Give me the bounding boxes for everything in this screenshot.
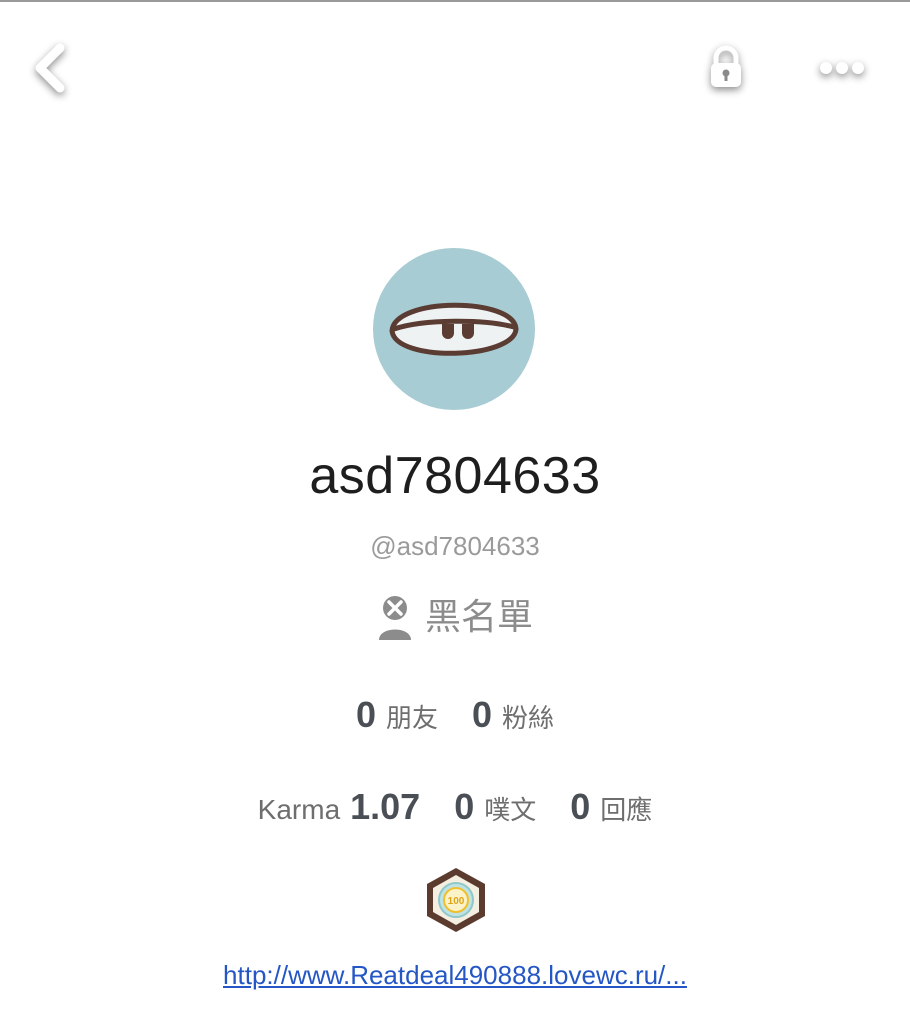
- fans-stat[interactable]: 0 粉絲: [472, 694, 554, 736]
- posts-stat[interactable]: 0 噗文: [454, 786, 536, 828]
- badge-text: 100: [448, 896, 465, 907]
- karma-value: 1.07: [350, 786, 421, 827]
- activity-stats: Karma 1.07 0 噗文 0 回應: [0, 786, 910, 828]
- fans-count: 0: [472, 694, 493, 735]
- blacklist-label: 黑名單: [424, 597, 533, 638]
- karma-label: Karma: [257, 794, 341, 825]
- profile-link[interactable]: http://www.Reatdeal490888.lovewc.ru/...: [0, 958, 910, 992]
- lock-icon: [711, 45, 741, 87]
- hexagon-badge-icon: 100: [427, 868, 485, 932]
- lock-button[interactable]: [696, 38, 756, 98]
- badge[interactable]: 100: [424, 866, 488, 934]
- friends-count: 0: [355, 694, 376, 735]
- social-stats: 0 朋友 0 粉絲: [0, 694, 910, 736]
- more-button[interactable]: [806, 40, 878, 96]
- friends-stat[interactable]: 0 朋友: [356, 694, 438, 736]
- top-divider: [0, 0, 910, 2]
- replies-label: 回應: [600, 796, 653, 826]
- more-dots-icon: [820, 62, 864, 74]
- posts-label: 噗文: [484, 796, 537, 826]
- blacklist-button[interactable]: 黑名單: [0, 594, 910, 642]
- friends-label: 朋友: [385, 704, 438, 734]
- posts-count: 0: [454, 786, 475, 827]
- user-handle: @asd7804633: [370, 531, 540, 561]
- back-button[interactable]: [20, 36, 80, 100]
- fans-label: 粉絲: [502, 704, 555, 734]
- display-name: asd7804633: [309, 447, 601, 505]
- karma-stat: Karma 1.07: [258, 786, 421, 828]
- sleepy-eye-avatar: [389, 302, 519, 356]
- replies-count: 0: [570, 786, 591, 827]
- replies-stat[interactable]: 0 回應: [570, 786, 652, 828]
- avatar[interactable]: [373, 248, 535, 410]
- user-blocked-icon: [378, 596, 411, 640]
- chevron-left-icon: [35, 43, 65, 93]
- profile-page: asd7804633 @asd7804633 黑名單 0 朋友 0 粉絲 Kar…: [0, 0, 910, 1024]
